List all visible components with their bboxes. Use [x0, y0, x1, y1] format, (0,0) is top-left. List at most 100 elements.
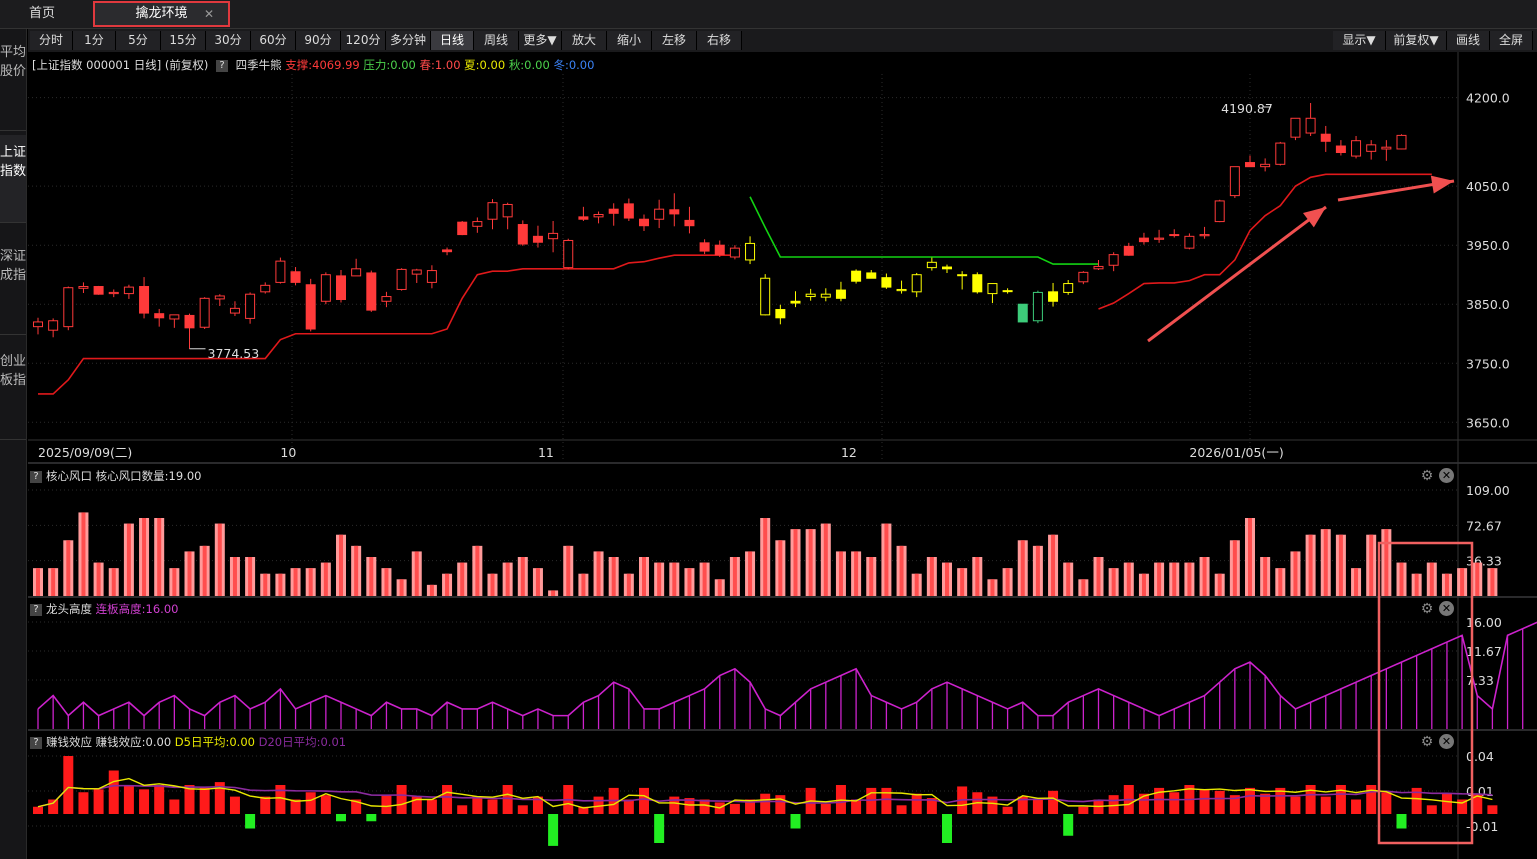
- bar-core: [187, 551, 192, 596]
- bar-core: [429, 584, 434, 596]
- profit-bar: [442, 785, 453, 814]
- bar-core: [838, 551, 843, 596]
- candle-body: [820, 293, 831, 298]
- bar-core: [1338, 534, 1343, 596]
- y-tick-label: 4200.0: [1466, 91, 1510, 106]
- profit-bar: [502, 785, 513, 814]
- bar-core: [505, 562, 510, 596]
- candle-body: [639, 218, 649, 227]
- height-line: [37, 621, 1537, 717]
- bar-core: [1248, 518, 1252, 596]
- bar-core: [293, 568, 298, 596]
- profit-bar: [699, 799, 710, 814]
- bar-core: [823, 523, 828, 596]
- bar-core: [808, 529, 813, 596]
- candle-body: [1245, 162, 1255, 168]
- bar-core: [1217, 573, 1222, 596]
- profit-bar: [1078, 806, 1089, 814]
- candle-body: [608, 208, 619, 214]
- candle-body: [911, 274, 922, 293]
- profit-bar: [472, 796, 483, 814]
- bar-core: [202, 545, 207, 596]
- profit-bar: [305, 792, 316, 814]
- loss-bar: [366, 814, 377, 822]
- candle-body: [472, 221, 483, 227]
- candle-body: [442, 249, 453, 253]
- x-tick-label: 12: [841, 445, 857, 460]
- candle-body: [1154, 237, 1165, 240]
- chart-canvas: 4200.0 4050.0 3950.0 3850.0 3750.0 3650.0 2025…: [28, 52, 1537, 859]
- trend-arrow-head: [1303, 207, 1326, 228]
- profit-bar: [1199, 789, 1210, 814]
- candle-body: [123, 286, 134, 295]
- bar-core: [702, 562, 707, 596]
- loss-bar: [654, 814, 665, 843]
- bar-core: [248, 557, 253, 596]
- candle-body: [1305, 117, 1316, 134]
- bar-core: [1051, 534, 1056, 596]
- x-tick-label: 11: [538, 445, 554, 460]
- profit-bar: [1487, 805, 1498, 814]
- bar-core: [1369, 534, 1374, 596]
- profit-bar: [123, 785, 134, 814]
- bar-core: [945, 562, 949, 596]
- bar-core: [384, 568, 389, 596]
- candle-body: [1199, 234, 1210, 237]
- bar-core: [1005, 568, 1010, 596]
- candle-body: [1169, 234, 1180, 237]
- candle-body: [866, 272, 877, 279]
- candle-body: [548, 232, 559, 240]
- bar-core: [596, 551, 601, 596]
- candle-body: [1078, 271, 1089, 283]
- price-annotation: 3774.53: [208, 346, 260, 361]
- x-tick-label: 2026/01/05(一): [1189, 445, 1283, 460]
- candle-body: [33, 321, 43, 328]
- profit-bar: [881, 787, 892, 814]
- y-tick-label: 3950.0: [1466, 238, 1510, 253]
- bar-core: [1141, 573, 1146, 596]
- bar-core: [51, 568, 56, 596]
- bar-core: [732, 557, 737, 596]
- profit-bar: [1441, 793, 1452, 814]
- bar-core: [81, 512, 86, 596]
- candle-body: [139, 286, 150, 314]
- bar-core: [1414, 573, 1419, 596]
- profit-bar: [396, 785, 407, 814]
- bar-core: [1490, 568, 1495, 596]
- candle-body: [366, 272, 377, 311]
- trend-arrow-head: [1430, 175, 1454, 194]
- trend-arrow: [1147, 205, 1327, 343]
- candle-body: [336, 275, 346, 301]
- candle-body: [517, 224, 528, 245]
- candle-body: [275, 260, 286, 283]
- candle-body: [229, 307, 240, 314]
- bar-core: [1293, 551, 1298, 596]
- bar-core: [1460, 568, 1465, 596]
- candle-body: [260, 284, 271, 293]
- profit-bar: [1108, 795, 1119, 814]
- candle-body: [1048, 291, 1059, 302]
- candle-body: [578, 216, 589, 220]
- candle-body: [684, 219, 695, 227]
- bar-core: [626, 573, 631, 596]
- profit-bar: [229, 796, 240, 814]
- bar-core: [581, 573, 586, 596]
- candle-body: [1017, 303, 1028, 323]
- bar-core: [1263, 557, 1268, 596]
- profit-bar: [1320, 796, 1331, 814]
- candle-body: [1351, 140, 1362, 157]
- candle-body: [78, 286, 89, 289]
- candle-body: [245, 293, 256, 319]
- bar-core: [1475, 562, 1480, 596]
- profit-bar: [1002, 806, 1013, 814]
- candle-body: [396, 268, 407, 290]
- profit-bar: [820, 803, 831, 814]
- bar-core: [1157, 562, 1162, 596]
- profit-bar: [760, 793, 771, 814]
- candle-body: [729, 247, 740, 258]
- bar-core: [339, 534, 343, 596]
- y-tick-label: 7.33: [1466, 673, 1494, 688]
- loss-bar: [336, 814, 346, 822]
- profit-bar: [487, 799, 498, 814]
- support-line: [38, 254, 735, 395]
